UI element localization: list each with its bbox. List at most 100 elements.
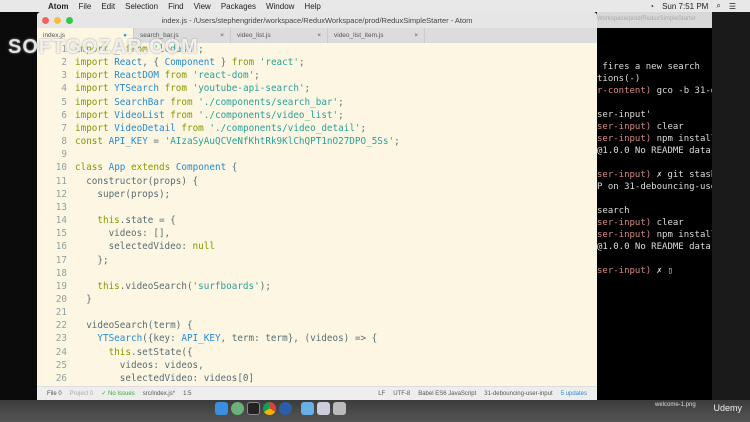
terminal-text: @1.0.0 No README data (597, 242, 711, 252)
code-line[interactable]: 14 this.state = { (37, 214, 597, 227)
code-line[interactable]: 5 import SearchBar from './components/sea… (37, 96, 597, 109)
menu-help[interactable]: Help (304, 2, 320, 11)
close-icon[interactable]: × (317, 32, 321, 39)
grammar[interactable]: Babel ES6 JavaScript (418, 391, 476, 397)
tab-video-list-js[interactable]: video_list.js × (231, 28, 328, 43)
terminal-icon[interactable] (247, 402, 260, 415)
code-line[interactable]: 12 super(props); (37, 188, 597, 201)
line-number: 15 (55, 228, 67, 240)
terminal-text: ser-input' (597, 110, 652, 120)
terminal-line: search (597, 205, 712, 217)
window-title: index.js - /Users/stephengrider/workspac… (161, 15, 473, 25)
code-text: selectedVideo: videos[0] (75, 372, 255, 384)
line-number: 14 (55, 215, 67, 227)
terminal-text: tions(-) (597, 74, 641, 84)
dock (215, 402, 346, 415)
line-number: 18 (55, 267, 67, 279)
code-text: super(props); (75, 188, 171, 200)
trash-icon[interactable] (333, 402, 346, 415)
project-count[interactable]: Project 0 (70, 391, 94, 397)
code-line[interactable]: 23 YTSearch({key: API_KEY, term: term}, … (37, 332, 597, 345)
close-icon[interactable]: × (414, 32, 418, 39)
downloads-icon[interactable] (317, 402, 330, 415)
terminal-text: P on 31-debouncing-use (597, 182, 712, 192)
menu-selection[interactable]: Selection (125, 2, 158, 11)
code-line[interactable]: 19 this.videoSearch('surfboards'); (37, 280, 597, 293)
code-line[interactable]: 21 (37, 306, 597, 319)
linter-status[interactable]: ✓ No Issues (101, 390, 134, 397)
code-editor[interactable]: 1 import _ from 'lodash'; 2 import React, {… (37, 43, 597, 386)
tab-video-list-item-js[interactable]: video_list_item.js × (328, 28, 425, 43)
line-ending[interactable]: LF (378, 391, 385, 397)
code-line[interactable]: 16 selectedVideo: null (37, 240, 597, 253)
code-text: constructor(props) { (75, 175, 199, 187)
code-line[interactable]: 10 class App extends Component { (37, 161, 597, 174)
code-line[interactable]: 22 videoSearch(term) { (37, 319, 597, 332)
code-line[interactable]: 24 this.setState({ (37, 346, 597, 359)
menu-find[interactable]: Find (168, 2, 184, 11)
line-number: 6 (61, 109, 67, 121)
code-line[interactable]: 3 import ReactDOM from 'react-dom'; (37, 69, 597, 82)
code-line[interactable]: 26 selectedVideo: videos[0] (37, 372, 597, 385)
cursor-position[interactable]: 1:5 (183, 391, 191, 397)
clock[interactable]: Sun 7:51 PM (662, 2, 708, 11)
line-number: 22 (55, 320, 67, 332)
code-line[interactable]: 18 (37, 267, 597, 280)
menu-view[interactable]: View (194, 2, 211, 11)
menu-edit[interactable]: Edit (101, 2, 115, 11)
browser-icon[interactable] (279, 402, 292, 415)
line-number: 7 (61, 122, 67, 134)
code-line[interactable]: 9 (37, 148, 597, 161)
code-line[interactable]: 13 (37, 201, 597, 214)
terminal[interactable]: fires a new search tions(-) r-content) gco… (597, 28, 712, 400)
code-line[interactable]: 17 }; (37, 254, 597, 267)
close-icon[interactable]: × (220, 32, 224, 39)
code-line[interactable]: 20 } (37, 293, 597, 306)
terminal-line: r-content) gco -b 31-d (597, 85, 712, 97)
folder-icon[interactable] (301, 402, 314, 415)
chrome-icon[interactable] (263, 402, 276, 415)
code-line[interactable]: 25 videos: videos, (37, 359, 597, 372)
terminal-line: fires a new search (597, 61, 712, 73)
spotlight-icon[interactable]: ⌕ (716, 1, 720, 11)
terminal-text: ✗ ▯ (651, 266, 673, 276)
encoding[interactable]: UTF-8 (393, 391, 410, 397)
line-number: 4 (61, 83, 67, 95)
line-number: 16 (55, 241, 67, 253)
line-number: 13 (55, 201, 67, 213)
atom-window: index.js - /Users/stephengrider/workspac… (37, 12, 597, 400)
file-count[interactable]: File 0 (47, 391, 62, 397)
menu-file[interactable]: File (78, 2, 91, 11)
code-line[interactable]: 7 import VideoDetail from './components/v… (37, 122, 597, 135)
code-line[interactable]: 4 import YTSearch from 'youtube-api-searc… (37, 82, 597, 95)
desktop-file[interactable]: welcome-1.png (655, 402, 696, 408)
finder-icon[interactable] (215, 402, 228, 415)
code-line[interactable]: 6 import VideoList from './components/vid… (37, 109, 597, 122)
wifi-icon[interactable]: ◔ (649, 2, 654, 11)
code-text: import YTSearch from 'youtube-api-search… (75, 83, 311, 95)
desktop (0, 400, 750, 422)
menu-atom[interactable]: Atom (48, 2, 68, 11)
code-line[interactable]: 15 videos: [], (37, 227, 597, 240)
terminal-text: search (597, 206, 630, 216)
terminal-text: npm install (651, 134, 712, 144)
code-text: YTSearch({key: API_KEY, term: term}, (vi… (97, 333, 378, 345)
menu-window[interactable]: Window (266, 2, 294, 11)
prompt-branch: ser-input) (597, 218, 652, 228)
title-bar: index.js - /Users/stephengrider/workspac… (37, 12, 597, 28)
updates[interactable]: 5 updates (561, 391, 587, 397)
menu-packages[interactable]: Packages (221, 2, 256, 11)
notification-icon[interactable]: ☰ (729, 2, 736, 11)
file-path[interactable]: src/index.js* (143, 391, 175, 397)
prompt-branch: ser-input) (597, 134, 652, 144)
code-line[interactable]: 11 constructor(props) { (37, 175, 597, 188)
launchpad-icon[interactable] (231, 402, 244, 415)
git-branch[interactable]: 31-debouncing-user-input (484, 391, 552, 397)
prompt-branch: ser-input) (597, 170, 652, 180)
code-text: import ReactDOM from 'react-dom'; (75, 70, 260, 82)
code-text: videos: videos, (75, 359, 204, 371)
code-line[interactable]: 8 const API_KEY = 'AIzaSyAuQCVeNfKhtRk9Kl… (37, 135, 597, 148)
